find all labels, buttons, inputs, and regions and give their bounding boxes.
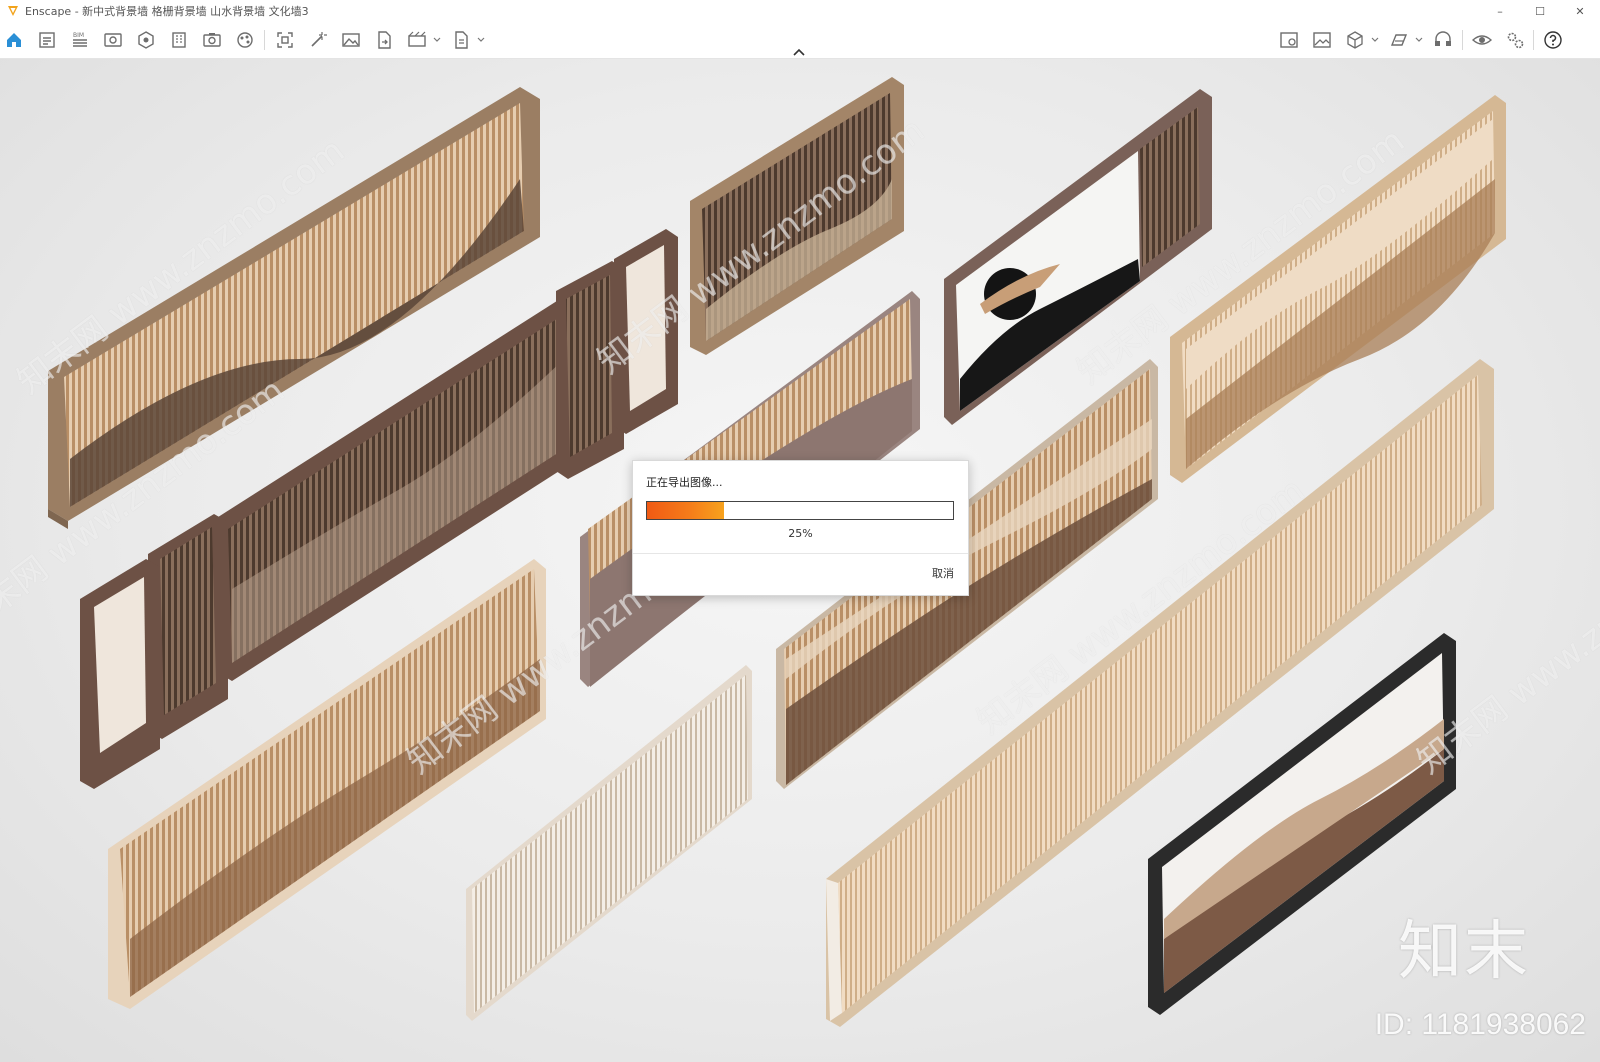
screenshot-icon bbox=[277, 32, 293, 48]
title-bar: Enscape - 新中式背景墙 格栅背景墙 山水背景墙 文化墙3 – ☐ ✕ bbox=[0, 0, 1600, 22]
chevron-down-icon[interactable] bbox=[477, 36, 485, 44]
progress-bar-fill bbox=[647, 502, 724, 519]
asset-id-label: ID: 1181938062 bbox=[1374, 1008, 1586, 1041]
view-icon bbox=[104, 33, 122, 47]
chevron-down-icon[interactable] bbox=[1415, 36, 1423, 44]
chevron-up-icon[interactable] bbox=[791, 45, 807, 59]
settings-icon bbox=[1507, 32, 1524, 49]
bim-icon: BIM bbox=[73, 32, 87, 47]
magic-button[interactable] bbox=[306, 28, 330, 52]
document-settings-button[interactable] bbox=[35, 28, 59, 52]
image-gallery-button[interactable] bbox=[1310, 28, 1334, 52]
toolbar-separator bbox=[1462, 30, 1463, 50]
export-icon bbox=[378, 31, 391, 49]
close-button[interactable]: ✕ bbox=[1560, 0, 1600, 22]
headset-icon bbox=[1435, 31, 1451, 46]
video-button[interactable] bbox=[405, 28, 429, 52]
vr-icon bbox=[1390, 34, 1408, 46]
help-icon bbox=[1544, 31, 1562, 49]
dialog-divider bbox=[633, 553, 968, 554]
minimize-icon: – bbox=[1497, 4, 1503, 18]
export-button[interactable] bbox=[372, 28, 396, 52]
material-button[interactable] bbox=[233, 28, 257, 52]
progress-percent: 25% bbox=[788, 527, 813, 540]
headset-button[interactable] bbox=[1431, 28, 1455, 52]
material-icon bbox=[237, 32, 253, 48]
asset-button[interactable] bbox=[134, 28, 158, 52]
building-button[interactable] bbox=[167, 28, 191, 52]
minimize-button[interactable]: – bbox=[1480, 0, 1520, 22]
enscape-logo-icon bbox=[8, 6, 18, 16]
screenshot-button[interactable] bbox=[273, 28, 297, 52]
export-progress-dialog: 正在导出图像... 25% 取消 bbox=[632, 460, 969, 596]
home-button[interactable] bbox=[2, 28, 26, 52]
wall-panel-2-side-b bbox=[80, 559, 160, 789]
toolbar-separator bbox=[1533, 30, 1534, 50]
magic-icon bbox=[311, 32, 327, 47]
eye-icon bbox=[1472, 35, 1492, 45]
asset-icon bbox=[138, 31, 154, 49]
render-image-icon bbox=[342, 33, 360, 47]
batch-export-icon bbox=[455, 31, 468, 49]
view-button[interactable] bbox=[101, 28, 125, 52]
cancel-button[interactable]: 取消 bbox=[932, 565, 954, 581]
maximize-icon: ☐ bbox=[1535, 4, 1545, 18]
building-icon bbox=[172, 32, 186, 48]
cube-icon bbox=[1347, 31, 1363, 49]
settings-button[interactable] bbox=[1503, 28, 1527, 52]
video-icon bbox=[408, 31, 426, 47]
batch-export-button[interactable] bbox=[449, 28, 473, 52]
progress-bar bbox=[646, 501, 954, 520]
toolbar-separator bbox=[264, 30, 265, 50]
document-settings-icon bbox=[39, 32, 55, 48]
panorama-icon bbox=[1280, 32, 1298, 48]
chevron-down-icon[interactable] bbox=[1371, 36, 1379, 44]
maximize-button[interactable]: ☐ bbox=[1520, 0, 1560, 22]
image-gallery-icon bbox=[1313, 32, 1331, 48]
panorama-button[interactable] bbox=[1277, 28, 1301, 52]
render-image-button[interactable] bbox=[339, 28, 363, 52]
camera-library-button[interactable] bbox=[200, 28, 224, 52]
wall-panel-2-side-c bbox=[556, 261, 624, 479]
cube-button[interactable] bbox=[1343, 28, 1367, 52]
wall-panel-3 bbox=[690, 77, 904, 355]
brand-watermark: 知末 bbox=[1398, 915, 1530, 989]
home-icon bbox=[7, 33, 21, 47]
svg-text:BIM: BIM bbox=[73, 32, 84, 39]
window-title: Enscape - 新中式背景墙 格栅背景墙 山水背景墙 文化墙3 bbox=[25, 5, 309, 18]
chevron-down-icon[interactable] bbox=[433, 36, 441, 44]
wall-panel-2-side-d bbox=[614, 229, 678, 434]
camera-library-icon bbox=[203, 33, 221, 47]
bim-button[interactable]: BIM bbox=[68, 28, 92, 52]
eye-button[interactable] bbox=[1470, 28, 1494, 52]
vr-button[interactable] bbox=[1387, 28, 1411, 52]
help-button[interactable] bbox=[1541, 28, 1565, 52]
progress-message: 正在导出图像... bbox=[646, 476, 723, 489]
close-icon: ✕ bbox=[1575, 4, 1585, 18]
